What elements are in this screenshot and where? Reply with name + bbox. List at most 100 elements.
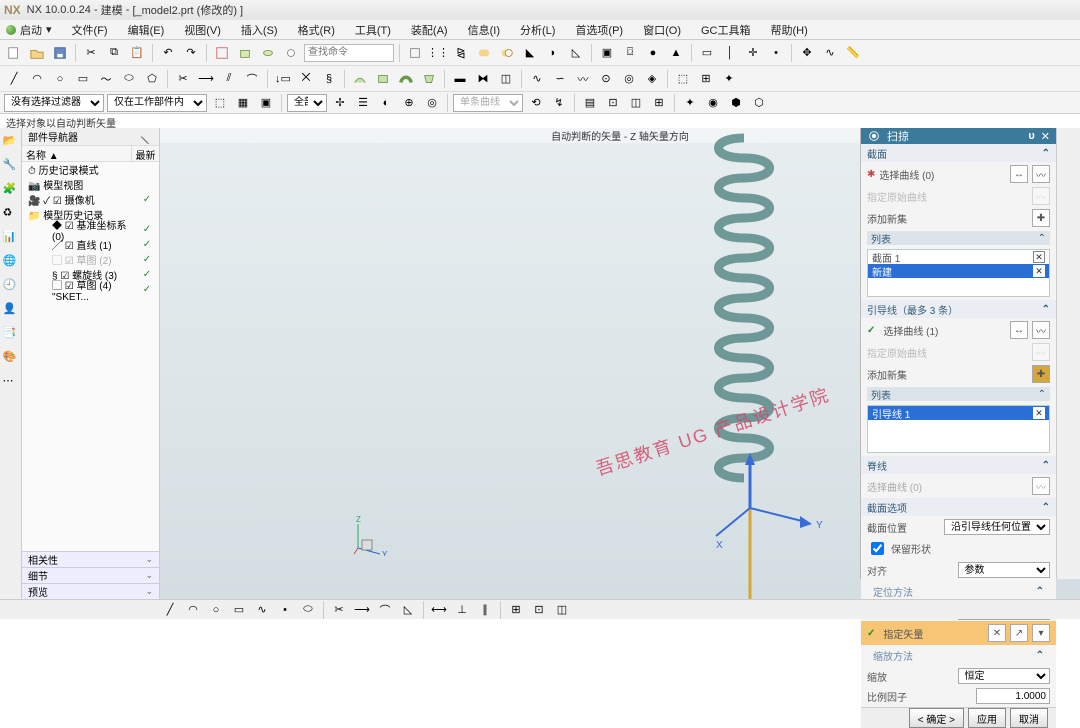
rail-hd3d-icon[interactable]: 📊 [3, 230, 19, 246]
revolve-icon[interactable] [258, 43, 278, 63]
collapse-detail[interactable]: 细节⌄ [22, 567, 159, 583]
datum-csys-icon[interactable]: ✛ [743, 43, 763, 63]
apply-button[interactable]: 应用 [968, 708, 1006, 728]
f7-icon[interactable]: ⊕ [399, 93, 419, 113]
sec-ridge[interactable]: 脊线 [867, 458, 887, 473]
save-icon[interactable] [50, 43, 70, 63]
sb-misc1-icon[interactable]: ⊞ [506, 600, 526, 620]
curve6-icon[interactable]: ◈ [642, 69, 662, 89]
remove-guide-icon[interactable]: ✕ [1033, 407, 1045, 419]
guide-list[interactable]: 引导线 1 ✕ [867, 405, 1050, 453]
offset-icon[interactable]: ⫽ [219, 69, 239, 89]
shell-icon[interactable] [405, 43, 425, 63]
menu-insert[interactable]: 插入(S) [227, 20, 284, 40]
curve4-icon[interactable]: ⊙ [596, 69, 616, 89]
vec-dlg-icon[interactable]: ✕ [988, 624, 1006, 642]
datum-plane-icon[interactable]: ▭ [697, 43, 717, 63]
list-label-2[interactable]: 列表 [871, 387, 891, 402]
chamfer-icon[interactable]: ◺ [566, 43, 586, 63]
f12-icon[interactable]: ⊡ [603, 93, 623, 113]
spline-icon[interactable]: ～ [96, 69, 116, 89]
constrain-icon[interactable]: ⊞ [696, 69, 716, 89]
sb-fillet-icon[interactable]: ⌒ [375, 600, 395, 620]
tree-item[interactable]: 🎥 ✓ ☑ 摄像机✓ [22, 192, 159, 207]
remove-new-icon[interactable]: ✕ [1033, 265, 1045, 277]
rail-browser-icon[interactable]: 🌐 [3, 254, 19, 270]
scope-filter[interactable]: 仅在工作部件内 [107, 94, 207, 112]
col-name[interactable]: 名称 ▲ [22, 146, 131, 161]
keep-shape-check[interactable] [871, 542, 884, 555]
add-set-icon[interactable]: ✚ [1032, 209, 1050, 227]
sew-icon[interactable]: ⧓ [473, 69, 493, 89]
copy-icon[interactable]: ⧉ [104, 43, 124, 63]
menu-info[interactable]: 信息(I) [454, 20, 506, 40]
menu-assembly[interactable]: 装配(A) [397, 20, 454, 40]
align-select[interactable]: 参数 [958, 562, 1051, 578]
sb-rect-icon[interactable]: ▭ [229, 600, 249, 620]
collapse-rel[interactable]: 相关性⌄ [22, 551, 159, 567]
sb-ellipse-icon[interactable]: ⬭ [298, 600, 318, 620]
f17-icon[interactable]: ⬢ [726, 93, 746, 113]
extrude-icon[interactable] [235, 43, 255, 63]
hole-icon[interactable] [281, 43, 301, 63]
unite-icon[interactable] [474, 43, 494, 63]
ellipse-icon[interactable]: ⬭ [119, 69, 139, 89]
sec-scale[interactable]: 缩放方法 [873, 648, 913, 663]
curve5-icon[interactable]: ◎ [619, 69, 639, 89]
measure-icon[interactable]: 📏 [843, 43, 863, 63]
sb-misc2-icon[interactable]: ⊡ [529, 600, 549, 620]
f18-icon[interactable]: ⬡ [749, 93, 769, 113]
reverse-icon[interactable]: ↔ [1010, 165, 1028, 183]
f4-icon[interactable]: ✢ [330, 93, 350, 113]
surface2-icon[interactable] [373, 69, 393, 89]
pin-icon[interactable] [141, 129, 155, 143]
filter-icon-2[interactable]: ▦ [233, 93, 253, 113]
sb-misc3-icon[interactable]: ◫ [552, 600, 572, 620]
menu-edit[interactable]: 编辑(E) [114, 20, 171, 40]
rail-roles-icon[interactable]: 👤 [3, 302, 19, 318]
tree-item[interactable]: ▢ ☑ 草图 (4) "SKET...✓ [22, 282, 159, 297]
sb-line-icon[interactable]: ╱ [160, 600, 180, 620]
f13-icon[interactable]: ◫ [626, 93, 646, 113]
section-list[interactable]: 截面 1✕ 新建✕ [867, 249, 1050, 297]
rectangle-icon[interactable]: ▭ [73, 69, 93, 89]
cut-icon[interactable]: ✂ [81, 43, 101, 63]
sb-circle-icon[interactable]: ○ [206, 600, 226, 620]
reverse2-icon[interactable]: ↔ [1010, 321, 1028, 339]
sec-orient[interactable]: 定位方法 [873, 584, 913, 599]
f16-icon[interactable]: ◉ [703, 93, 723, 113]
menu-format[interactable]: 格式(R) [284, 20, 341, 40]
sec-guides[interactable]: 引导线（最多 3 条） [867, 302, 958, 317]
f15-icon[interactable]: ✦ [680, 93, 700, 113]
menu-file[interactable]: 文件(F) [58, 20, 114, 40]
rail-history-icon[interactable]: 🕘 [3, 278, 19, 294]
vec-pick-icon[interactable]: ▾ [1032, 624, 1050, 642]
menu-tools[interactable]: 工具(T) [341, 20, 397, 40]
f14-icon[interactable]: ⊞ [649, 93, 669, 113]
point-icon[interactable]: • [766, 43, 786, 63]
remove-section-icon[interactable]: ✕ [1033, 251, 1045, 263]
sec-opts[interactable]: 截面选项 [867, 500, 907, 515]
guide1-item[interactable]: 引导线 1 [872, 406, 910, 421]
mirror-icon[interactable]: ⧎ [451, 43, 471, 63]
sb-dim-icon[interactable]: ⟷ [429, 600, 449, 620]
helix-icon[interactable]: § [319, 69, 339, 89]
sketch-icon[interactable] [212, 43, 232, 63]
sec-section[interactable]: 截面 [867, 146, 887, 161]
tree-item[interactable]: ⏱ 历史记录模式 [22, 162, 159, 177]
curve3-icon[interactable]: 〰 [573, 69, 593, 89]
assembly-icon[interactable]: ⬚ [673, 69, 693, 89]
sb-constr-icon[interactable]: ⊥ [452, 600, 472, 620]
sweep-icon[interactable] [396, 69, 416, 89]
collapse-preview[interactable]: 预览⌄ [22, 583, 159, 599]
sb-geo-icon[interactable]: ∥ [475, 600, 495, 620]
f5-icon[interactable]: ☰ [353, 93, 373, 113]
dialog-close-icon[interactable]: ✕ [1041, 130, 1050, 143]
command-search[interactable] [304, 44, 394, 62]
vec-infer-icon[interactable]: ↗ [1010, 624, 1028, 642]
menu-start[interactable]: 启动 ▾ [0, 20, 58, 40]
rail-layers-icon[interactable]: 📑 [3, 326, 19, 342]
blend-icon[interactable]: ◗ [543, 43, 563, 63]
wrap-icon[interactable]: ∿ [820, 43, 840, 63]
pattern-icon[interactable]: ⋮⋮ [428, 43, 448, 63]
